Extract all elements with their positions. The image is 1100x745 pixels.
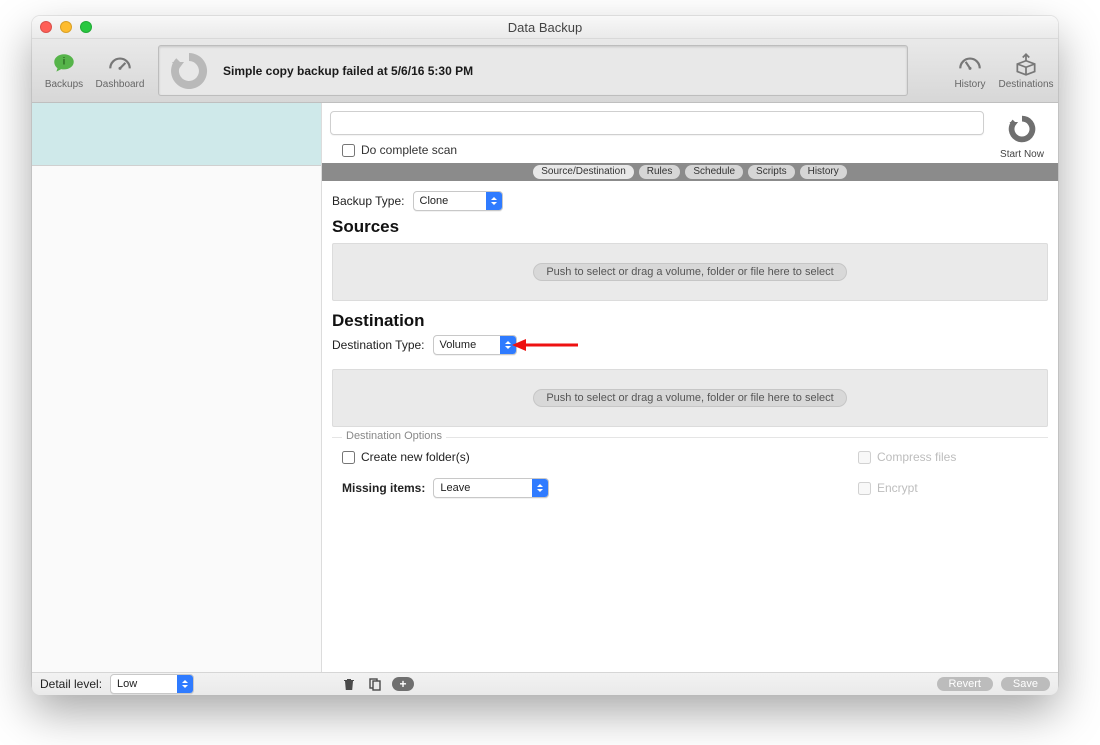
destination-options-legend: Destination Options: [342, 430, 446, 442]
history-button[interactable]: History: [944, 39, 996, 102]
sources-dropzone[interactable]: Push to select or drag a volume, folder …: [332, 243, 1048, 301]
titlebar: Data Backup: [32, 16, 1058, 39]
add-button[interactable]: +: [392, 677, 414, 691]
detail-level-label: Detail level:: [40, 677, 102, 691]
backup-type-value: Clone: [414, 195, 486, 207]
bottom-bar: Detail level: Low + Revert Save: [32, 672, 1058, 695]
backups-button[interactable]: i Backups: [38, 39, 90, 102]
start-now-button[interactable]: Start Now: [994, 111, 1050, 160]
complete-scan-label: Do complete scan: [361, 143, 457, 157]
complete-scan-checkbox[interactable]: [342, 144, 355, 157]
sidebar-selected-item[interactable]: [32, 103, 321, 166]
missing-items-value: Leave: [434, 482, 532, 494]
box-arrow-icon: [1013, 51, 1039, 77]
compress-files-option: Compress files: [858, 450, 1038, 464]
trash-icon: [342, 677, 356, 691]
tab-rules[interactable]: Rules: [639, 165, 681, 179]
window-title: Data Backup: [32, 20, 1058, 35]
dashboard-button[interactable]: Dashboard: [94, 39, 146, 102]
copy-icon: [368, 677, 382, 691]
stepper-icon: [486, 192, 502, 210]
tab-source-destination[interactable]: Source/Destination: [533, 165, 634, 179]
status-message: Simple copy backup failed at 5/6/16 5:30…: [219, 64, 473, 78]
tab-bar: Source/Destination Rules Schedule Script…: [322, 163, 1058, 181]
missing-items-select[interactable]: Leave: [433, 478, 549, 498]
sources-select-button[interactable]: Push to select or drag a volume, folder …: [533, 263, 846, 281]
backup-type-label: Backup Type:: [332, 194, 405, 208]
app-logo-icon: [159, 46, 219, 95]
toolbar: i Backups Dashboard Simple copy backup f…: [32, 39, 1058, 103]
create-folders-checkbox[interactable]: [342, 451, 355, 464]
tab-scripts[interactable]: Scripts: [748, 165, 795, 179]
encrypt-option: Encrypt: [858, 481, 1038, 495]
duplicate-button[interactable]: [366, 676, 384, 692]
tab-schedule[interactable]: Schedule: [685, 165, 743, 179]
destination-select-button[interactable]: Push to select or drag a volume, folder …: [533, 389, 846, 407]
refresh-arrow-icon: [1004, 111, 1040, 147]
compress-files-label: Compress files: [877, 450, 956, 464]
svg-text:i: i: [63, 57, 66, 68]
content: Do complete scan Start Now Source/Destin…: [322, 103, 1058, 672]
destination-type-select[interactable]: Volume: [433, 335, 517, 355]
destination-heading: Destination: [332, 311, 1048, 331]
gauge-icon: [107, 51, 133, 77]
destination-dropzone[interactable]: Push to select or drag a volume, folder …: [332, 369, 1048, 427]
detail-level-value: Low: [111, 678, 177, 690]
destinations-button[interactable]: Destinations: [1000, 39, 1052, 102]
destination-type-value: Volume: [434, 339, 500, 351]
create-folders-option[interactable]: Create new folder(s): [342, 450, 858, 464]
sidebar: [32, 103, 322, 672]
save-button[interactable]: Save: [1001, 677, 1050, 691]
stepper-icon: [500, 336, 516, 354]
detail-level-select[interactable]: Low: [110, 674, 194, 694]
revert-button[interactable]: Revert: [937, 677, 993, 691]
destination-options-group: Destination Options Create new folder(s)…: [332, 437, 1048, 508]
backup-type-select[interactable]: Clone: [413, 191, 503, 211]
gauge-icon: [957, 51, 983, 77]
destinations-label: Destinations: [998, 79, 1053, 90]
stepper-icon: [177, 675, 193, 693]
encrypt-label: Encrypt: [877, 481, 918, 495]
delete-button[interactable]: [340, 676, 358, 692]
tab-history[interactable]: History: [800, 165, 847, 179]
missing-items-label: Missing items:: [342, 481, 425, 495]
speech-bubble-icon: i: [51, 51, 77, 77]
annotation-arrow-icon: [510, 333, 580, 357]
backups-label: Backups: [45, 79, 83, 90]
dashboard-label: Dashboard: [96, 79, 145, 90]
encrypt-checkbox: [858, 482, 871, 495]
compress-files-checkbox: [858, 451, 871, 464]
sources-heading: Sources: [332, 217, 1048, 237]
backup-name-input[interactable]: [331, 112, 995, 134]
history-label: History: [954, 79, 985, 90]
stepper-icon: [532, 479, 548, 497]
status-banner: Simple copy backup failed at 5/6/16 5:30…: [158, 45, 908, 96]
create-folders-label: Create new folder(s): [361, 450, 470, 464]
destination-type-label: Destination Type:: [332, 338, 425, 352]
backup-name-field[interactable]: [330, 111, 984, 135]
start-now-label: Start Now: [1000, 149, 1044, 160]
